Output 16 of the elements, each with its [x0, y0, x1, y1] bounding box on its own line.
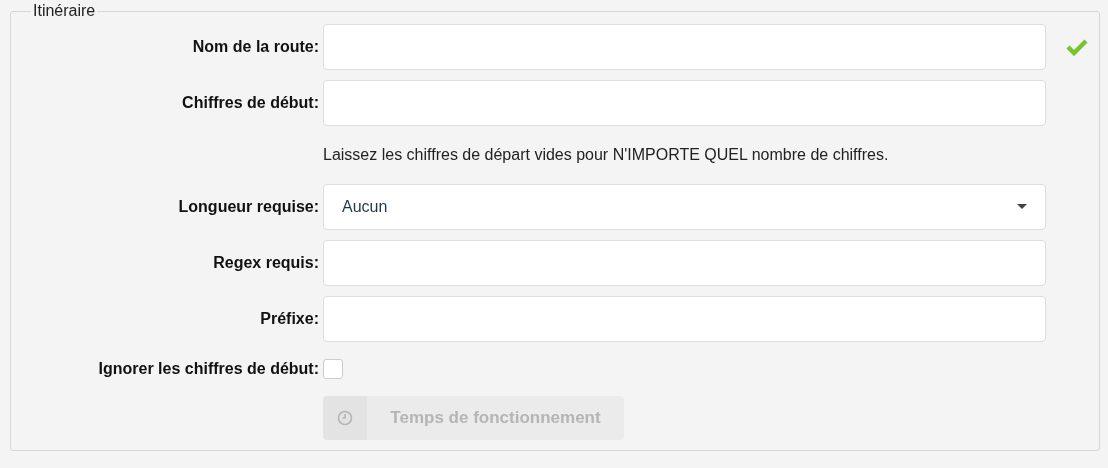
field-label: Longueur requise:	[177, 198, 319, 216]
field-label: Chiffres de début:	[181, 94, 319, 112]
field-label: Préfixe:	[259, 310, 319, 328]
checkbox[interactable]	[323, 359, 343, 379]
section-title: Itinéraire	[32, 2, 97, 20]
input-field[interactable]	[323, 296, 1046, 342]
field-label: Regex requis:	[212, 254, 319, 272]
input-field[interactable]	[323, 240, 1046, 286]
input-field[interactable]	[323, 24, 1046, 70]
clock-icon	[337, 410, 353, 426]
caret-icon	[1017, 204, 1027, 210]
select-dropdown[interactable]: Aucun	[323, 184, 1046, 230]
field-label: Ignorer les chiffres de début:	[97, 360, 319, 378]
input-field[interactable]	[323, 80, 1046, 126]
field-label: Nom de la route:	[191, 38, 319, 56]
help-text: Laissez les chiffres de départ vides pour N'IMPORTE QUEL nombre de chiffres.	[323, 145, 890, 165]
